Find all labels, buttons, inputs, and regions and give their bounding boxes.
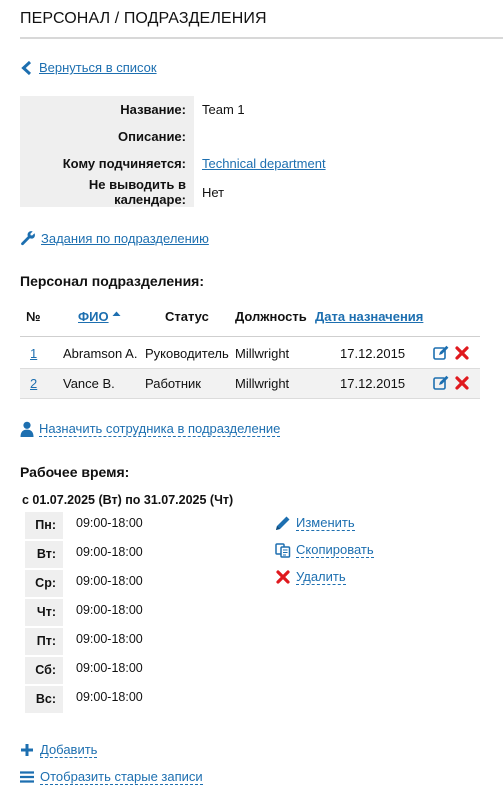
day-hours: 09:00-18:00 xyxy=(76,661,143,675)
staff-section-title: Персонал подразделения: xyxy=(20,273,205,289)
day-label: Пн: xyxy=(25,512,63,539)
row-date: 17.12.2015 xyxy=(340,346,406,361)
info-row-hide-calendar: Не выводить в календаре: Нет xyxy=(20,177,334,207)
day-hours: 09:00-18:00 xyxy=(76,574,143,588)
delete-icon[interactable] xyxy=(454,375,470,391)
info-row-name: Название: Team 1 xyxy=(20,96,334,123)
info-label: Описание: xyxy=(20,123,194,150)
day-label: Вс: xyxy=(25,686,63,713)
table-row: 1 Abramson A. Руководитель Millwright 17… xyxy=(20,339,480,368)
day-label: Чт: xyxy=(25,599,63,626)
row-name: Abramson A. xyxy=(63,346,138,361)
info-value: Team 1 xyxy=(202,102,245,117)
info-label: Название: xyxy=(20,96,194,123)
day-label: Вт: xyxy=(25,541,63,568)
col-position-header: Должность xyxy=(235,309,307,324)
day-hours: 09:00-18:00 xyxy=(76,632,143,646)
day-hours: 09:00-18:00 xyxy=(76,545,143,559)
copy-schedule-link[interactable]: Скопировать xyxy=(275,542,374,558)
pencil-icon xyxy=(276,516,290,530)
day-label: Ср: xyxy=(25,570,63,597)
show-old-records-link[interactable]: Отобразить старые записи xyxy=(20,769,203,785)
unit-tasks-link[interactable]: Задания по подразделению xyxy=(20,230,209,246)
unit-info-table: Название: Team 1 Описание: Кому подчиняе… xyxy=(20,96,334,207)
row-position: Millwright xyxy=(235,376,290,391)
page-title: ПЕРСОНАЛ / ПОДРАЗДЕЛЕНИЯ xyxy=(20,10,267,27)
col-status-header: Статус xyxy=(165,309,209,324)
work-period: с 01.07.2025 (Вт) по 31.07.2025 (Чт) xyxy=(22,493,234,507)
table-row: 2 Vance B. Работник Millwright 17.12.201… xyxy=(20,369,480,398)
edit-schedule-label[interactable]: Изменить xyxy=(296,515,355,531)
wrench-icon xyxy=(21,231,35,246)
work-time-title: Рабочее время: xyxy=(20,464,130,480)
staff-header-divider xyxy=(20,336,480,337)
col-date-header[interactable]: Дата назначения xyxy=(315,309,423,329)
info-row-parent: Кому подчиняется: Technical department xyxy=(20,150,334,177)
title-divider xyxy=(20,37,503,39)
plus-icon xyxy=(21,744,33,756)
day-hours: 09:00-18:00 xyxy=(76,690,143,704)
row-number-link[interactable]: 1 xyxy=(30,346,37,361)
info-row-description: Описание: xyxy=(20,123,334,150)
col-name-header-wrap[interactable]: ФИО xyxy=(78,309,121,329)
list-icon xyxy=(20,771,34,783)
assign-employee-label[interactable]: Назначить сотрудника в подразделение xyxy=(39,421,281,437)
row-position: Millwright xyxy=(235,346,290,361)
chevron-left-icon xyxy=(21,60,32,75)
row-name: Vance B. xyxy=(63,376,115,391)
info-value xyxy=(194,123,334,150)
add-schedule-label[interactable]: Добавить xyxy=(40,742,98,758)
delete-schedule-link[interactable]: Удалить xyxy=(275,569,346,585)
day-label: Пт: xyxy=(25,628,63,655)
back-to-list-label[interactable]: Вернуться в список xyxy=(39,60,157,75)
delete-icon[interactable] xyxy=(454,345,470,361)
edit-icon[interactable] xyxy=(433,345,449,361)
info-label: Не выводить в календаре: xyxy=(20,177,194,207)
user-icon xyxy=(20,421,34,437)
row-status: Руководитель xyxy=(145,346,229,361)
col-name-header[interactable]: ФИО xyxy=(78,309,109,324)
row-divider xyxy=(20,398,480,399)
delete-schedule-label[interactable]: Удалить xyxy=(296,569,346,585)
row-date: 17.12.2015 xyxy=(340,376,406,391)
day-hours: 09:00-18:00 xyxy=(76,516,143,530)
col-num-header: № xyxy=(26,309,41,324)
row-number-link[interactable]: 2 xyxy=(30,376,37,391)
info-value: Нет xyxy=(202,184,225,200)
day-hours: 09:00-18:00 xyxy=(76,603,143,617)
edit-schedule-link[interactable]: Изменить xyxy=(275,515,355,531)
day-label: Сб: xyxy=(25,657,63,684)
copy-schedule-label[interactable]: Скопировать xyxy=(296,542,374,558)
back-to-list-link[interactable]: Вернуться в список xyxy=(20,60,157,75)
assign-employee-link[interactable]: Назначить сотрудника в подразделение xyxy=(20,421,281,437)
edit-icon[interactable] xyxy=(433,375,449,391)
row-status: Работник xyxy=(145,376,201,391)
show-old-records-label[interactable]: Отобразить старые записи xyxy=(40,769,203,785)
info-label: Кому подчиняется: xyxy=(20,150,194,177)
add-schedule-link[interactable]: Добавить xyxy=(20,742,98,758)
unit-tasks-label[interactable]: Задания по подразделению xyxy=(41,231,209,246)
parent-unit-link[interactable]: Technical department xyxy=(202,156,326,171)
sort-asc-icon xyxy=(112,311,121,316)
copy-icon xyxy=(275,543,291,558)
delete-icon xyxy=(276,570,290,584)
